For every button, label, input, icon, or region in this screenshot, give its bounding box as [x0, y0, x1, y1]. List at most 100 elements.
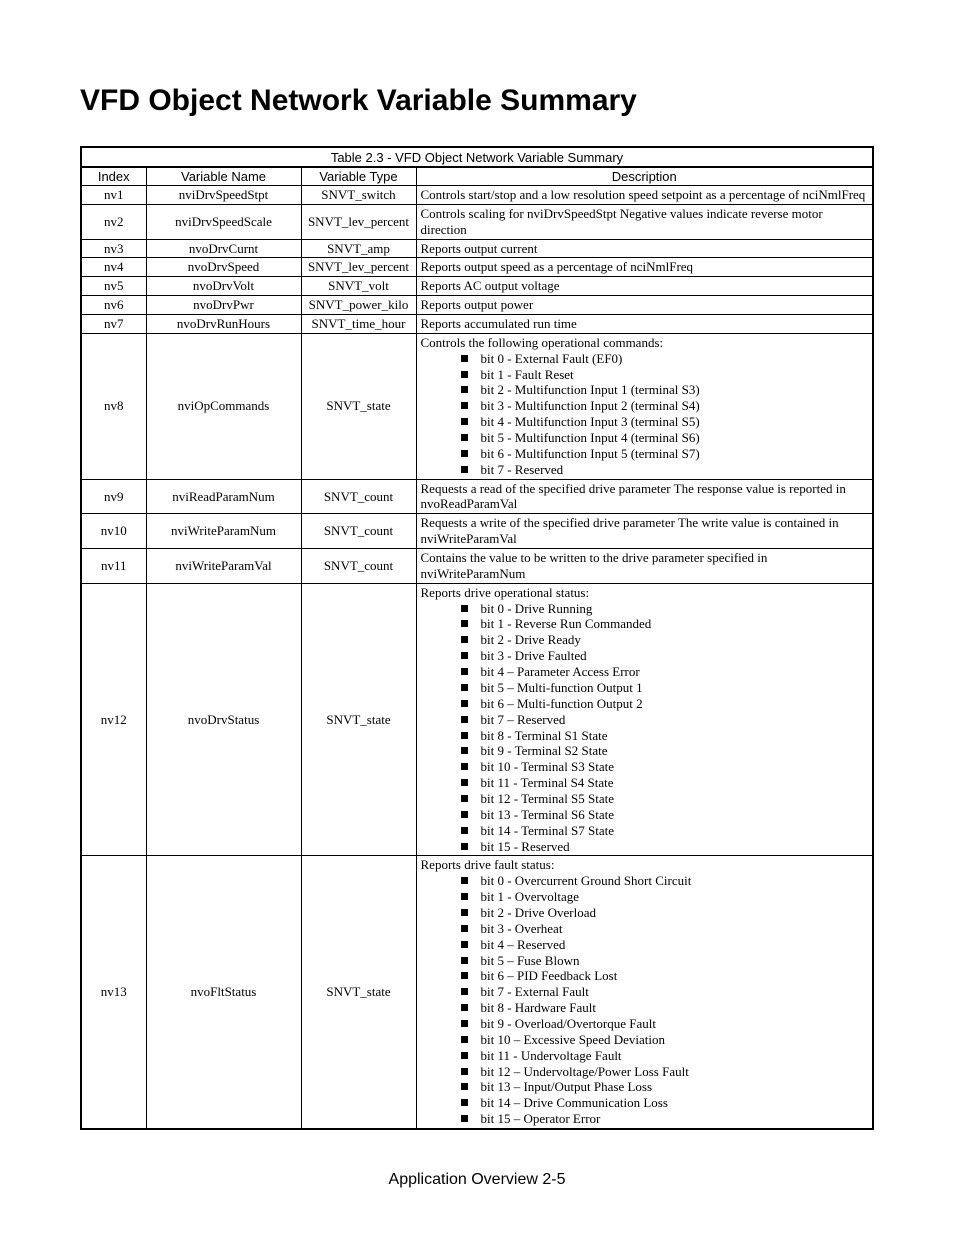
bit-item: bit 7 - Reserved [461, 462, 869, 478]
cell-description: Reports output current [416, 239, 873, 258]
col-desc: Description [416, 167, 873, 186]
cell-index: nv3 [81, 239, 146, 258]
cell-variable-name: nvoDrvSpeed [146, 258, 301, 277]
cell-variable-type: SNVT_power_kilo [301, 296, 416, 315]
bit-item: bit 4 - Multifunction Input 3 (terminal … [461, 414, 869, 430]
bit-item: bit 2 - Drive Overload [461, 905, 869, 921]
table-row: nv13nvoFltStatusSNVT_stateReports drive … [81, 856, 873, 1129]
cell-variable-type: SNVT_state [301, 856, 416, 1129]
bit-item: bit 1 - Overvoltage [461, 889, 869, 905]
cell-variable-type: SNVT_state [301, 333, 416, 479]
bit-item: bit 9 - Terminal S2 State [461, 743, 869, 759]
desc-intro: Reports drive fault status: [421, 857, 869, 873]
bit-item: bit 14 – Drive Communication Loss [461, 1095, 869, 1111]
bit-item: bit 8 - Terminal S1 State [461, 728, 869, 744]
bit-item: bit 2 - Drive Ready [461, 632, 869, 648]
cell-variable-type: SNVT_lev_percent [301, 204, 416, 239]
cell-index: nv10 [81, 514, 146, 549]
cell-variable-type: SNVT_amp [301, 239, 416, 258]
cell-variable-name: nviWriteParamNum [146, 514, 301, 549]
cell-variable-name: nviOpCommands [146, 333, 301, 479]
table-row: nv1nviDrvSpeedStptSNVT_switchControls st… [81, 186, 873, 205]
bit-item: bit 12 – Undervoltage/Power Loss Fault [461, 1064, 869, 1080]
table-row: nv6nvoDrvPwrSNVT_power_kiloReports outpu… [81, 296, 873, 315]
cell-variable-type: SNVT_time_hour [301, 315, 416, 334]
variable-summary-table: Table 2.3 - VFD Object Network Variable … [80, 146, 874, 1130]
cell-variable-type: SNVT_lev_percent [301, 258, 416, 277]
cell-variable-type: SNVT_count [301, 549, 416, 584]
page-footer: Application Overview 2-5 [0, 1171, 954, 1189]
cell-index: nv7 [81, 315, 146, 334]
cell-description: Contains the value to be written to the … [416, 549, 873, 584]
bit-item: bit 5 – Multi-function Output 1 [461, 680, 869, 696]
cell-variable-name: nvoDrvVolt [146, 277, 301, 296]
bit-item: bit 0 - Overcurrent Ground Short Circuit [461, 873, 869, 889]
cell-description: Controls start/stop and a low resolution… [416, 186, 873, 205]
bit-item: bit 15 - Reserved [461, 839, 869, 855]
desc-intro: Controls the following operational comma… [421, 335, 869, 351]
bit-item: bit 3 - Multifunction Input 2 (terminal … [461, 398, 869, 414]
bit-item: bit 1 - Fault Reset [461, 367, 869, 383]
cell-index: nv11 [81, 549, 146, 584]
cell-index: nv12 [81, 583, 146, 856]
cell-index: nv5 [81, 277, 146, 296]
cell-description: Controls the following operational comma… [416, 333, 873, 479]
cell-variable-name: nviDrvSpeedStpt [146, 186, 301, 205]
table-header-row: Index Variable Name Variable Type Descri… [81, 167, 873, 186]
col-name: Variable Name [146, 167, 301, 186]
bit-item: bit 0 - Drive Running [461, 601, 869, 617]
cell-index: nv8 [81, 333, 146, 479]
cell-description: Reports drive fault status:bit 0 - Overc… [416, 856, 873, 1129]
page-title: VFD Object Network Variable Summary [80, 84, 874, 118]
table-caption: Table 2.3 - VFD Object Network Variable … [80, 146, 874, 168]
bit-item: bit 8 - Hardware Fault [461, 1000, 869, 1016]
cell-description: Reports AC output voltage [416, 277, 873, 296]
bit-item: bit 6 – Multi-function Output 2 [461, 696, 869, 712]
cell-variable-name: nviDrvSpeedScale [146, 204, 301, 239]
table-row: nv9nviReadParamNumSNVT_countRequests a r… [81, 479, 873, 514]
bit-item: bit 13 - Terminal S6 State [461, 807, 869, 823]
bit-list: bit 0 - External Fault (EF0)bit 1 - Faul… [421, 351, 869, 478]
bit-item: bit 2 - Multifunction Input 1 (terminal … [461, 382, 869, 398]
bit-item: bit 4 – Parameter Access Error [461, 664, 869, 680]
table-row: nv7nvoDrvRunHoursSNVT_time_hourReports a… [81, 315, 873, 334]
bit-item: bit 3 - Overheat [461, 921, 869, 937]
cell-description: Requests a write of the specified drive … [416, 514, 873, 549]
cell-description: Controls scaling for nviDrvSpeedStpt Neg… [416, 204, 873, 239]
table-row: nv12nvoDrvStatusSNVT_stateReports drive … [81, 583, 873, 856]
cell-index: nv4 [81, 258, 146, 277]
bit-item: bit 7 – Reserved [461, 712, 869, 728]
bit-item: bit 7 - External Fault [461, 984, 869, 1000]
cell-description: Requests a read of the specified drive p… [416, 479, 873, 514]
bit-list: bit 0 - Overcurrent Ground Short Circuit… [421, 873, 869, 1127]
cell-index: nv1 [81, 186, 146, 205]
cell-index: nv2 [81, 204, 146, 239]
bit-item: bit 5 – Fuse Blown [461, 953, 869, 969]
bit-item: bit 4 – Reserved [461, 937, 869, 953]
cell-variable-type: SNVT_state [301, 583, 416, 856]
cell-index: nv13 [81, 856, 146, 1129]
cell-variable-name: nviWriteParamVal [146, 549, 301, 584]
cell-variable-type: SNVT_volt [301, 277, 416, 296]
bit-item: bit 10 - Terminal S3 State [461, 759, 869, 775]
bit-item: bit 11 - Undervoltage Fault [461, 1048, 869, 1064]
bit-item: bit 14 - Terminal S7 State [461, 823, 869, 839]
col-type: Variable Type [301, 167, 416, 186]
cell-description: Reports drive operational status:bit 0 -… [416, 583, 873, 856]
bit-item: bit 3 - Drive Faulted [461, 648, 869, 664]
bit-item: bit 0 - External Fault (EF0) [461, 351, 869, 367]
bit-item: bit 6 - Multifunction Input 5 (terminal … [461, 446, 869, 462]
table-row: nv2nviDrvSpeedScaleSNVT_lev_percentContr… [81, 204, 873, 239]
table-row: nv11nviWriteParamValSNVT_countContains t… [81, 549, 873, 584]
cell-description: Reports output speed as a percentage of … [416, 258, 873, 277]
cell-variable-name: nvoDrvRunHours [146, 315, 301, 334]
cell-index: nv9 [81, 479, 146, 514]
bit-item: bit 10 – Excessive Speed Deviation [461, 1032, 869, 1048]
bit-item: bit 1 - Reverse Run Commanded [461, 616, 869, 632]
bit-item: bit 9 - Overload/Overtorque Fault [461, 1016, 869, 1032]
cell-variable-name: nvoDrvStatus [146, 583, 301, 856]
col-index: Index [81, 167, 146, 186]
bit-item: bit 11 - Terminal S4 State [461, 775, 869, 791]
cell-variable-type: SNVT_switch [301, 186, 416, 205]
bit-item: bit 12 - Terminal S5 State [461, 791, 869, 807]
